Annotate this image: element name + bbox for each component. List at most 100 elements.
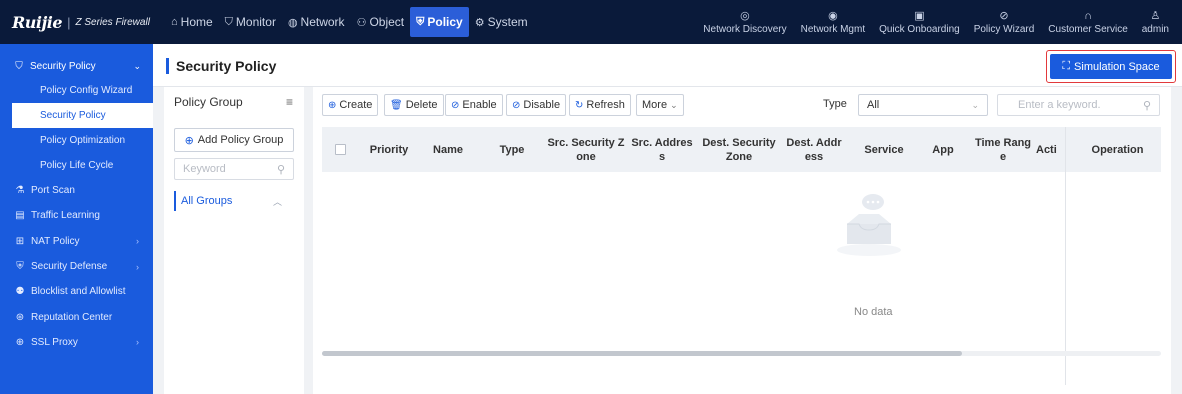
policy-wizard-button[interactable]: ⊘ Policy Wizard [967,0,1042,44]
admin-user-menu[interactable]: ♙ admin [1135,0,1176,44]
delete-button[interactable]: 🗑 Delete [384,94,444,116]
network-discovery-label: Network Discovery [703,23,787,35]
sidebar-item-label: Security Policy [40,110,106,121]
sidebar-item-policy-optimization[interactable]: Policy Optimization [0,128,153,153]
chevron-right-icon: › [136,261,139,272]
network-discovery-button[interactable]: ◎ Network Discovery [696,0,793,44]
column-header-name[interactable]: Name [422,127,474,172]
disable-button[interactable]: ⊘ Disable [506,94,567,116]
nav-monitor[interactable]: ⛉ Monitor [219,7,282,37]
chevron-down-icon: ⌄ [133,60,141,71]
check-circle-icon: ⊘ [451,99,460,111]
sidebar-item-label: Blocklist and Allowlist [31,286,126,298]
enable-button[interactable]: ⊘ Enable [445,94,503,116]
security-policy-icon: ⛉ [15,60,23,72]
enable-label: Enable [462,99,497,111]
horizontal-scrollbar[interactable] [322,351,1161,356]
column-header-dest-security-zone[interactable]: Dest. Security Zone [699,127,779,172]
more-dropdown[interactable]: More ⌄ [636,94,684,116]
sidebar-item-port-scan[interactable]: ⚗ Port Scan [0,178,153,203]
sidebar-item-security-policy[interactable]: Security Policy [12,103,153,128]
ruijie-logo: Ruijie [12,12,63,32]
sidebar-item-policy-life-cycle[interactable]: Policy Life Cycle [0,153,153,178]
nav-home-label: Home [180,15,213,29]
toolbar: ⊕ Create 🗑 Delete ⊘ Enable ⊘ Disable ↻ Refres… [313,87,1171,123]
sidebar-item-policy-config-wizard[interactable]: Policy Config Wizard [0,78,153,103]
brand[interactable]: Ruijie | Z Series Firewall [0,0,153,44]
network-mgmt-button[interactable]: ◉ Network Mgmt [794,0,872,44]
sidebar-item-ssl-proxy[interactable]: ⊕ SSL Proxy › [0,330,153,355]
nav-network[interactable]: ◍ Network [282,7,351,37]
chevron-down-icon: ⌄ [971,99,979,110]
sidebar-item-nat-policy[interactable]: ⊞ NAT Policy › [0,229,153,254]
sidebar: ⛉ Security Policy ⌄ Policy Config Wizard… [0,44,153,394]
add-policy-group-button[interactable]: ⊕ Add Policy Group [174,128,294,152]
top-nav-bar: Ruijie | Z Series Firewall ⌂ Home ⛉ Monito… [0,0,1182,44]
network-mgmt-icon: ◉ [828,9,838,22]
refresh-button[interactable]: ↻ Refresh [569,94,631,116]
sidebar-item-reputation-center[interactable]: ⊛ Reputation Center [0,304,153,329]
admin-label: admin [1141,23,1169,35]
column-header-src-address[interactable]: Src. Addres s [629,127,695,172]
group-item-all-groups[interactable]: All Groups ︿ [174,191,294,211]
nav-home[interactable]: ⌂ Home [165,7,219,37]
nav-system-label: System [487,15,528,29]
nav-object[interactable]: ⚇ Object [351,7,411,37]
sidebar-item-label: Policy Config Wizard [40,85,133,96]
nav-object-label: Object [369,15,405,29]
simulation-icon: ⛶ [1062,60,1071,72]
column-header-dest-address[interactable]: Dest. Addr ess [781,127,847,172]
sidebar-item-security-defense[interactable]: ⛨ Security Defense › [0,254,153,279]
column-header-time-range[interactable]: Time Rang e [972,127,1034,172]
column-header-priority[interactable]: Priority [359,127,419,172]
sidebar-item-label: Traffic Learning [31,210,100,222]
onboarding-icon: ▣ [914,9,925,22]
scrollbar-thumb[interactable] [322,351,962,356]
type-filter-select[interactable]: All ⌄ [858,94,988,116]
sidebar-item-blocklist-allowlist[interactable]: ⚉ Blocklist and Allowlist [0,279,153,304]
column-header-service[interactable]: Service [851,127,917,172]
home-icon: ⌂ [171,16,178,28]
simulation-space-label: Simulation Space [1074,60,1160,73]
sidebar-item-label: Policy Optimization [40,135,126,146]
create-button[interactable]: ⊕ Create [322,94,379,116]
nav-system[interactable]: ⚙ System [469,7,534,37]
chevron-right-icon: › [136,337,139,348]
defense-icon: ⛨ [16,261,24,273]
column-header-app[interactable]: App [920,127,966,172]
nav-policy[interactable]: ⛨ Policy [410,7,469,37]
add-policy-group-label: Add Policy Group [197,134,284,146]
sidebar-item-label: Policy Life Cycle [40,160,114,171]
policy-wizard-label: Policy Wizard [973,23,1035,35]
search-icon[interactable]: ⚲ [277,163,285,176]
chevron-right-icon: › [136,236,139,247]
globe-icon: ◍ [287,16,298,29]
product-name: Z Series Firewall [75,16,150,28]
disable-label: Disable [523,99,561,111]
main-nav: ⌂ Home ⛉ Monitor ◍ Network ⚇ Object ⛨ Policy … [165,0,534,44]
column-header-src-security-zone[interactable]: Src. Security Z one [547,127,625,172]
create-label: Create [339,99,373,111]
keyword-search-input[interactable]: Enter a keyword. ⚲ [997,94,1160,116]
trash-icon: 🗑 [390,99,403,111]
headset-icon: ∩ [1084,9,1092,22]
type-filter-value: All [867,99,880,111]
menu-icon[interactable]: ≡ [286,95,293,109]
simulation-space-button[interactable]: ⛶ Simulation Space [1050,54,1172,79]
page-header: Security Policy ⛶ Simulation Space [153,44,1182,87]
refresh-icon: ↻ [575,99,584,111]
group-keyword-input[interactable]: Keyword ⚲ [174,158,294,180]
sidebar-item-traffic-learning[interactable]: ▤ Traffic Learning [0,203,153,228]
reputation-icon: ⊛ [15,311,25,323]
chevron-down-icon: ⌄ [670,99,678,110]
search-icon[interactable]: ⚲ [1143,99,1151,112]
quick-onboarding-button[interactable]: ▣ Quick Onboarding [872,0,967,44]
column-header-action[interactable]: Acti [1036,127,1072,172]
customer-service-button[interactable]: ∩ Customer Service [1041,0,1134,44]
select-all-checkbox[interactable] [335,144,346,155]
column-header-type[interactable]: Type [484,127,540,172]
empty-box-illustration [837,194,901,256]
user-icon: ♙ [1150,9,1161,22]
delete-label: Delete [405,99,438,111]
utility-nav: ◎ Network Discovery ◉ Network Mgmt ▣ Quick … [696,0,1176,44]
